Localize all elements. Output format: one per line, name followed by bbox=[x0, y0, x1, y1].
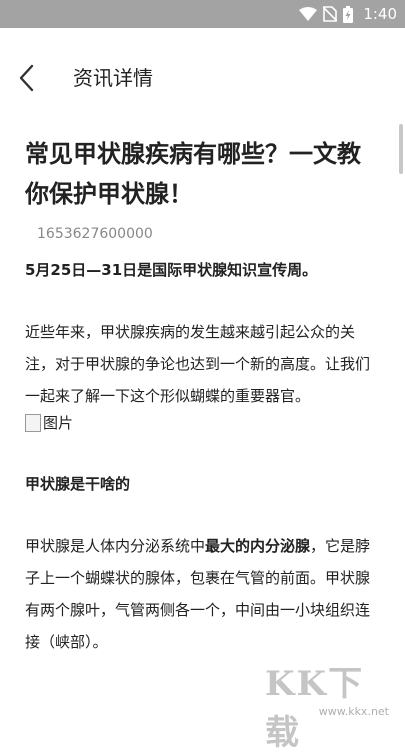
body-paragraph: 甲状腺是人体内分泌系统中最大的内分泌腺，它是脖子上一个蝴蝶状的腺体，包裹在气管的… bbox=[25, 530, 380, 658]
section-heading: 甲状腺是干啥的 bbox=[25, 475, 131, 493]
body-paragraph: 近些年来，甲状腺疾病的发生越来越引起公众的关注，对于甲状腺的争论也达到一个新的高… bbox=[25, 323, 371, 405]
back-button[interactable] bbox=[14, 58, 44, 98]
back-arrow-icon bbox=[19, 64, 34, 92]
article-title: 常见甲状腺疾病有哪些？一文教你保护甲状腺！ bbox=[25, 140, 361, 208]
broken-image-icon bbox=[25, 414, 41, 432]
no-sim-icon bbox=[323, 6, 338, 22]
highlight-text: 最大的内分泌腺 bbox=[205, 537, 311, 555]
app-bar: 资讯详情 bbox=[0, 28, 405, 174]
page-title: 资讯详情 bbox=[73, 66, 153, 90]
status-icons: 1:40 bbox=[299, 0, 397, 28]
watermark: KK下载 www.kkx.net bbox=[265, 650, 395, 753]
status-bar: 1:40 bbox=[0, 0, 405, 28]
text-segment: 甲状腺是人体内分泌系统中 bbox=[25, 537, 206, 555]
article-timestamp: 1653627600000 bbox=[37, 226, 153, 242]
article-image: 图片 bbox=[25, 412, 380, 434]
scrollbar-thumb[interactable] bbox=[399, 124, 403, 174]
image-alt-text: 图片 bbox=[43, 414, 74, 432]
clock: 1:40 bbox=[363, 5, 397, 23]
wifi-icon bbox=[299, 7, 318, 21]
battery-charging-icon bbox=[343, 5, 354, 23]
watermark-url: www.kkx.net bbox=[318, 705, 389, 718]
intro-paragraph: 5月25日—31日是国际甲状腺知识宣传周。 bbox=[25, 261, 318, 279]
article-content: 常见甲状腺疾病有哪些？一文教你保护甲状腺！ 1653627600000 5月25… bbox=[25, 134, 380, 658]
